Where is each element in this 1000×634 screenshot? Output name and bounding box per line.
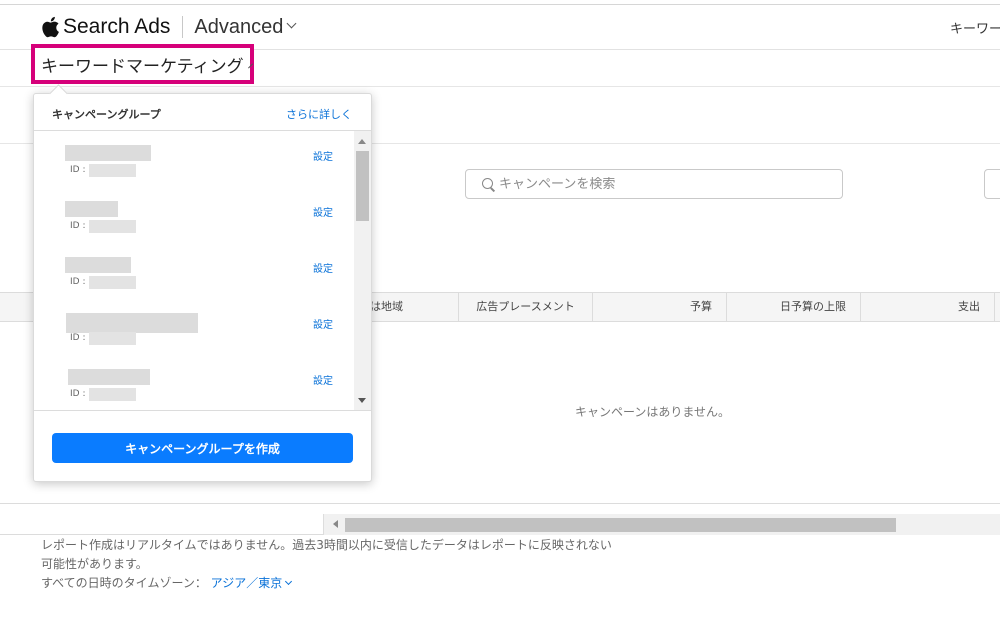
org-selector-row: キーワードマーケティング [0, 44, 1000, 87]
brand-name: Search Ads [63, 15, 171, 38]
settings-link[interactable]: 設定 [313, 316, 333, 331]
list-item[interactable]: ID : 設定 [34, 187, 354, 243]
scroll-down-icon[interactable] [358, 398, 366, 403]
note-line: レポート作成はリアルタイムではありません。過去3時間以内に受信したデータはレポー… [41, 538, 612, 552]
search-icon [482, 177, 495, 191]
create-campaign-group-button[interactable]: キャンペーングループを作成 [52, 433, 353, 463]
timezone-label: すべての日時のタイムゾーン： [41, 576, 207, 590]
column-header-budget[interactable]: 予算 [593, 293, 727, 321]
learn-more-link[interactable]: さらに詳しく [286, 106, 352, 122]
redacted-id [89, 164, 136, 177]
timezone-row: すべての日時のタイムゾーン： アジア／東京 [41, 574, 612, 593]
settings-link[interactable]: 設定 [313, 260, 333, 275]
redacted-id [89, 388, 136, 401]
account-menu[interactable]: キーワー [950, 18, 1000, 37]
chevron-up-icon [247, 63, 253, 69]
list-item[interactable]: ID : 設定 [34, 131, 354, 187]
vertical-scrollbar[interactable] [354, 131, 371, 410]
campaign-search[interactable] [465, 169, 843, 199]
redacted-name [65, 257, 131, 273]
redacted-id [89, 332, 136, 345]
brand-divider [182, 16, 184, 38]
scrollbar-thumb[interactable] [345, 518, 896, 532]
column-header-spend[interactable]: 支出 [861, 293, 995, 321]
chevron-down-icon[interactable] [285, 577, 293, 586]
scroll-up-icon[interactable] [358, 139, 366, 144]
scroll-left-icon[interactable] [333, 520, 338, 528]
org-selector[interactable]: キーワードマーケティング [31, 44, 254, 84]
org-selector-label: キーワードマーケティング [41, 56, 244, 77]
brand[interactable]: Search Ads Advanced [40, 15, 297, 39]
column-header-placement[interactable]: 広告プレースメント [459, 293, 593, 321]
id-label: ID : [70, 333, 86, 343]
settings-link[interactable]: 設定 [313, 204, 333, 219]
report-notes: レポート作成はリアルタイムではありません。過去3時間以内に受信したデータはレポー… [41, 536, 612, 593]
id-label: ID : [70, 165, 86, 175]
redacted-id [89, 220, 136, 233]
id-label: ID : [70, 389, 86, 399]
list-item[interactable]: ID : 設定 [34, 355, 354, 410]
column-header-daily-cap[interactable]: 日予算の上限 [727, 293, 861, 321]
settings-link[interactable]: 設定 [313, 148, 333, 163]
campaign-group-popup: キャンペーングループ さらに詳しく ID : 設定 ID : 設定 ID : 設… [33, 93, 372, 482]
redacted-id [89, 276, 136, 289]
column-header-region[interactable]: は地域 [370, 293, 459, 321]
timezone-selector[interactable]: アジア／東京 [211, 576, 283, 590]
search-input[interactable] [499, 176, 819, 192]
product-selector[interactable]: Advanced [194, 16, 283, 39]
chevron-down-icon[interactable] [286, 18, 297, 28]
list-item[interactable]: ID : 設定 [34, 299, 354, 355]
apple-logo-icon [42, 16, 59, 38]
id-label: ID : [70, 221, 86, 231]
redacted-name [68, 369, 150, 385]
redacted-name [66, 313, 198, 333]
scrollbar-thumb[interactable] [356, 151, 369, 221]
empty-table-message: キャンペーンはありません。 [575, 405, 731, 419]
filter-button[interactable] [984, 169, 1000, 199]
horizontal-scrollbar[interactable] [323, 514, 1000, 535]
note-line: 可能性があります。 [41, 557, 148, 571]
popup-title: キャンペーングループ [52, 108, 161, 121]
id-label: ID : [70, 277, 86, 287]
settings-link[interactable]: 設定 [313, 372, 333, 387]
campaign-group-list: ID : 設定 ID : 設定 ID : 設定 ID : 設定 ID : 設定 [34, 131, 371, 411]
redacted-name [65, 201, 118, 217]
redacted-name [65, 145, 151, 161]
list-item[interactable]: ID : 設定 [34, 243, 354, 299]
popup-header: キャンペーングループ さらに詳しく [34, 94, 371, 131]
